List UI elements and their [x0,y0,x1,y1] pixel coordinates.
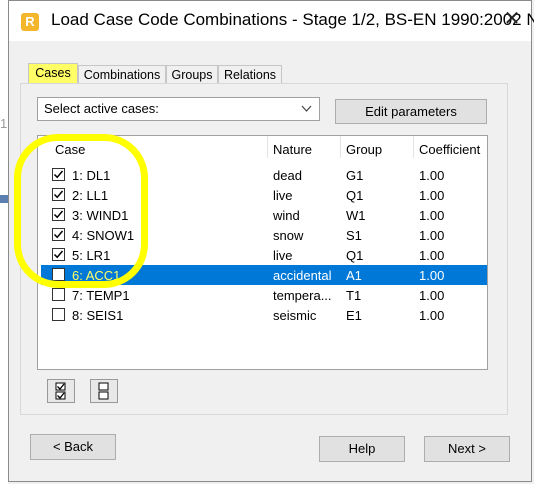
nature-cell: seismic [273,308,317,323]
close-icon[interactable]: ✕ [501,8,523,30]
background-app-strip [0,0,8,484]
help-button[interactable]: Help [319,436,405,462]
coefficient-cell: 1.00 [419,228,445,243]
case-cell: 5: LR1 [72,248,111,263]
check-all-icon [55,382,66,400]
nature-cell: snow [273,228,304,243]
deselect-all-button[interactable] [90,379,118,403]
cases-table: Case Nature Group Coefficient 1: DL1 dead… [37,135,488,370]
table-row[interactable]: 7: TEMP1 tempera... T1 1.00 [41,285,487,305]
edit-parameters-button[interactable]: Edit parameters [335,99,487,124]
group-cell: S1 [346,228,362,243]
coefficient-cell: 1.00 [419,208,445,223]
column-separator [340,136,341,158]
case-checkbox[interactable] [52,188,65,201]
nature-cell: live [273,188,293,203]
group-cell: W1 [346,208,366,223]
case-cell: 3: WIND1 [72,208,129,223]
table-row[interactable]: 5: LR1 live Q1 1.00 [41,245,487,265]
coefficient-cell: 1.00 [419,268,445,283]
column-separator [413,136,414,158]
header-group[interactable]: Group [346,142,382,157]
next-button[interactable]: Next > [424,436,510,462]
back-button[interactable]: < Back [30,434,116,460]
header-coefficient[interactable]: Coefficient [419,142,480,157]
case-cell: 6: ACC1 [72,268,121,283]
tab-combinations[interactable]: Combinations [78,65,166,84]
uncheck-all-icon [98,382,109,400]
background-app-marker [0,195,8,203]
nature-cell: tempera... [273,288,332,303]
group-cell: A1 [346,268,362,283]
group-cell: G1 [346,168,364,183]
coefficient-cell: 1.00 [419,188,445,203]
active-cases-select[interactable]: Select active cases: [37,97,320,121]
window-title: Load Case Code Combinations - Stage 1/2,… [51,10,534,29]
case-checkbox[interactable] [52,288,65,301]
group-cell: E1 [346,308,362,323]
header-nature[interactable]: Nature [273,142,312,157]
active-cases-select-value: Select active cases: [44,101,159,116]
nature-cell: dead [273,168,302,183]
nature-cell: live [273,248,293,263]
coefficient-cell: 1.00 [419,168,445,183]
case-cell: 1: DL1 [72,168,111,183]
group-cell: Q1 [346,248,364,263]
group-cell: Q1 [346,188,364,203]
nature-cell: wind [273,208,300,223]
nature-cell: accidental [273,268,332,283]
table-row[interactable]: 6: ACC1 accidental A1 1.00 [41,265,487,285]
table-row[interactable]: 4: SNOW1 snow S1 1.00 [41,225,487,245]
table-row[interactable]: 3: WIND1 wind W1 1.00 [41,205,487,225]
table-header: Case Nature Group Coefficient [38,136,487,160]
table-row[interactable]: 1: DL1 dead G1 1.00 [41,165,487,185]
table-row[interactable]: 2: LL1 live Q1 1.00 [41,185,487,205]
title-bar: R Load Case Code Combinations - Stage 1/… [9,1,534,41]
case-cell: 8: SEIS1 [72,308,124,323]
tab-groups[interactable]: Groups [166,65,218,84]
background-app-glyph: 1 [0,116,8,131]
tab-cases[interactable]: Cases [28,63,78,85]
case-cell: 4: SNOW1 [72,228,135,243]
case-checkbox[interactable] [52,208,65,221]
case-checkbox[interactable] [52,308,65,321]
case-checkbox[interactable] [52,228,65,241]
case-cell: 7: TEMP1 [72,288,130,303]
tab-relations[interactable]: Relations [218,65,282,84]
app-logo-icon: R [21,13,39,31]
case-checkbox[interactable] [52,248,65,261]
group-cell: T1 [346,288,362,303]
column-separator [267,136,268,158]
coefficient-cell: 1.00 [419,288,445,303]
header-case[interactable]: Case [55,142,85,157]
chevron-down-icon [301,98,312,127]
table-row[interactable]: 8: SEIS1 seismic E1 1.00 [41,305,487,325]
case-checkbox[interactable] [52,268,65,281]
select-all-button[interactable] [47,379,75,403]
case-cell: 2: LL1 [72,188,109,203]
coefficient-cell: 1.00 [419,308,445,323]
case-checkbox[interactable] [52,168,65,181]
coefficient-cell: 1.00 [419,248,445,263]
